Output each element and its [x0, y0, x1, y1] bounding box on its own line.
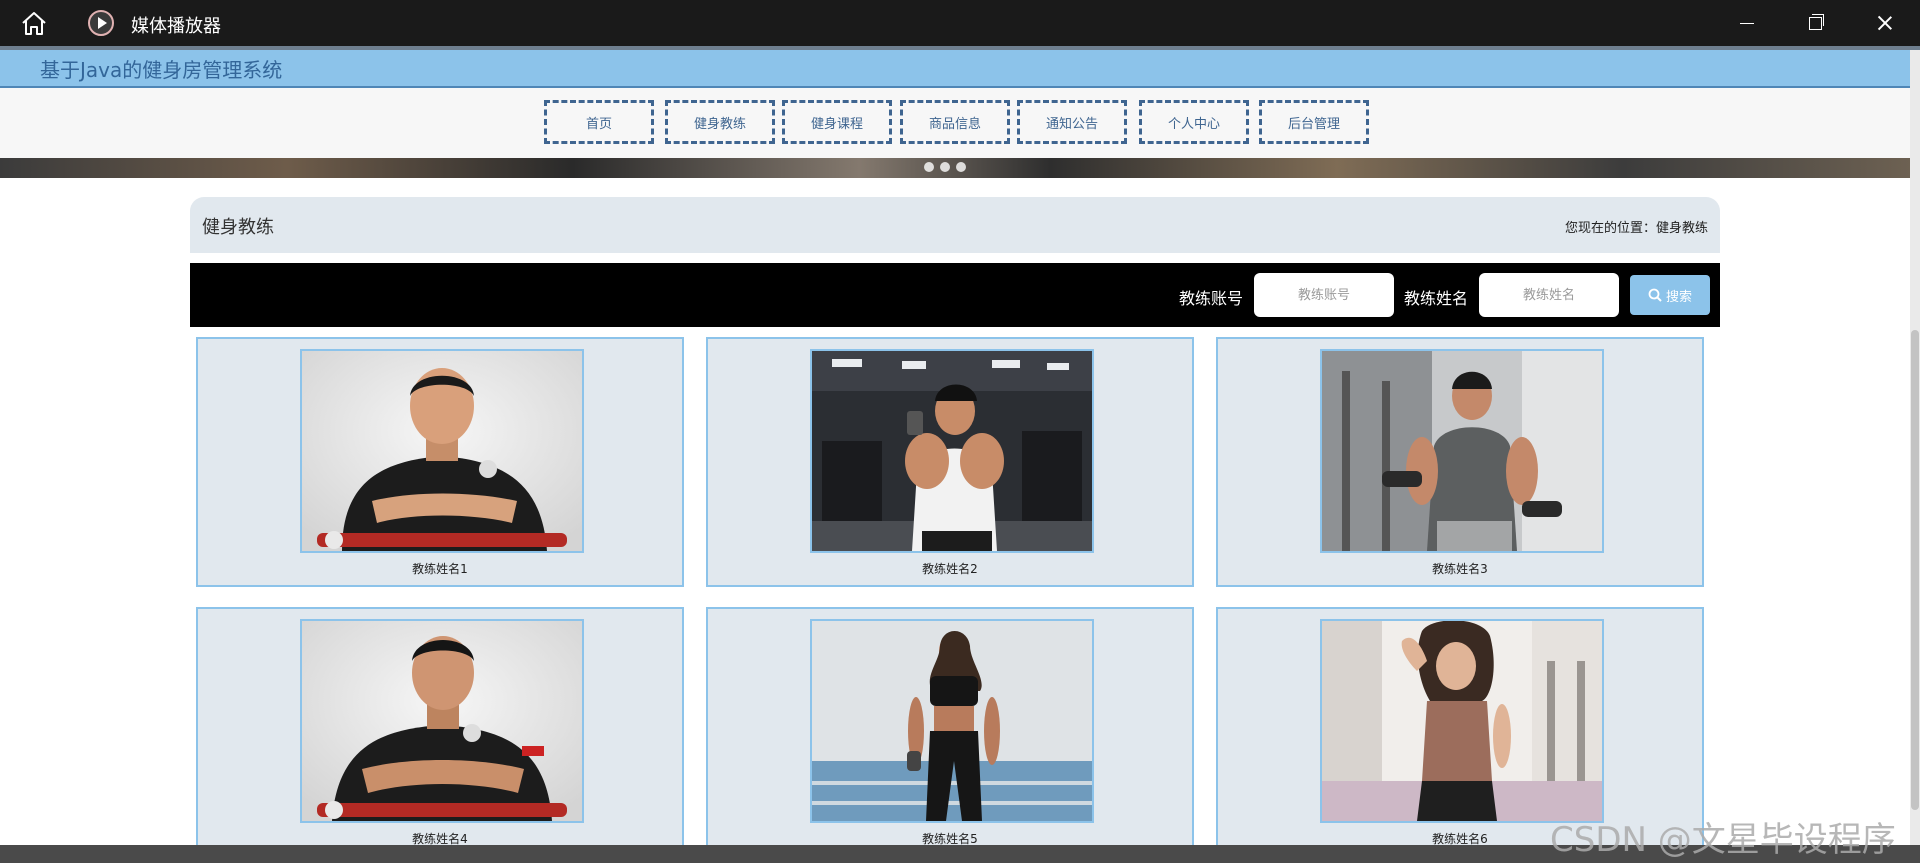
coach-photo[interactable]: [810, 349, 1094, 553]
home-icon[interactable]: [20, 10, 48, 36]
search-button-label: 搜索: [1665, 289, 1692, 305]
coach-account-label: 教练账号: [1179, 289, 1244, 308]
coach-account-input[interactable]: [1254, 273, 1394, 317]
coach-name: 教练姓名1: [412, 562, 468, 576]
search-icon: [1648, 288, 1662, 302]
nav-item-courses[interactable]: 健身课程: [782, 100, 892, 144]
coach-name-label: 教练姓名: [1404, 289, 1469, 308]
section-header: 健身教练 您现在的位置：健身教练: [190, 197, 1720, 253]
scrollbar-thumb[interactable]: [1911, 330, 1919, 810]
media-player-titlebar: 媒体播放器: [0, 0, 1920, 46]
page-title: 健身教练: [202, 217, 274, 238]
nav-item-products[interactable]: 商品信息: [900, 100, 1010, 144]
site-header: 基于Java的健身房管理系统: [0, 50, 1910, 88]
coach-name-input[interactable]: [1479, 273, 1619, 317]
coach-photo[interactable]: [810, 619, 1094, 823]
breadcrumb: 您现在的位置：健身教练: [1564, 221, 1708, 236]
restore-button[interactable]: [1800, 8, 1830, 38]
minimize-button[interactable]: [1732, 8, 1762, 38]
watermark: CSDN @文星毕设程序: [1550, 820, 1896, 860]
nav-item-coaches[interactable]: 健身教练: [665, 100, 775, 144]
coach-name: 教练姓名3: [1432, 562, 1488, 576]
site-title: 基于Java的健身房管理系统: [40, 58, 283, 82]
coach-photo[interactable]: [300, 619, 584, 823]
nav-item-personal-center[interactable]: 个人中心: [1139, 100, 1249, 144]
nav-item-announcements[interactable]: 通知公告: [1017, 100, 1127, 144]
carousel-dot[interactable]: [924, 162, 934, 172]
page-scrollbar[interactable]: [1910, 50, 1920, 855]
coach-photo[interactable]: [1320, 619, 1604, 823]
nav-item-admin[interactable]: 后台管理: [1259, 100, 1369, 144]
coach-photo[interactable]: [300, 349, 584, 553]
close-button[interactable]: [1870, 8, 1900, 38]
coach-card[interactable]: 教练姓名5: [706, 607, 1194, 857]
carousel-dot[interactable]: [956, 162, 966, 172]
coach-card[interactable]: 教练姓名2: [706, 337, 1194, 587]
coach-card[interactable]: 教练姓名3: [1216, 337, 1704, 587]
main-nav: 首页 健身教练 健身课程 商品信息 通知公告 个人中心 后台管理: [0, 88, 1910, 158]
window-title: 媒体播放器: [131, 16, 221, 37]
coach-card[interactable]: 教练姓名1: [196, 337, 684, 587]
carousel-dot[interactable]: [940, 162, 950, 172]
search-bar: 教练账号 教练姓名 搜索: [190, 263, 1720, 327]
banner-carousel: [0, 158, 1910, 178]
coach-card[interactable]: 教练姓名4: [196, 607, 684, 857]
coach-name: 教练姓名2: [922, 562, 978, 576]
nav-item-home[interactable]: 首页: [544, 100, 654, 144]
media-player-app-icon: [88, 10, 114, 36]
search-button[interactable]: 搜索: [1630, 275, 1710, 315]
coach-photo[interactable]: [1320, 349, 1604, 553]
